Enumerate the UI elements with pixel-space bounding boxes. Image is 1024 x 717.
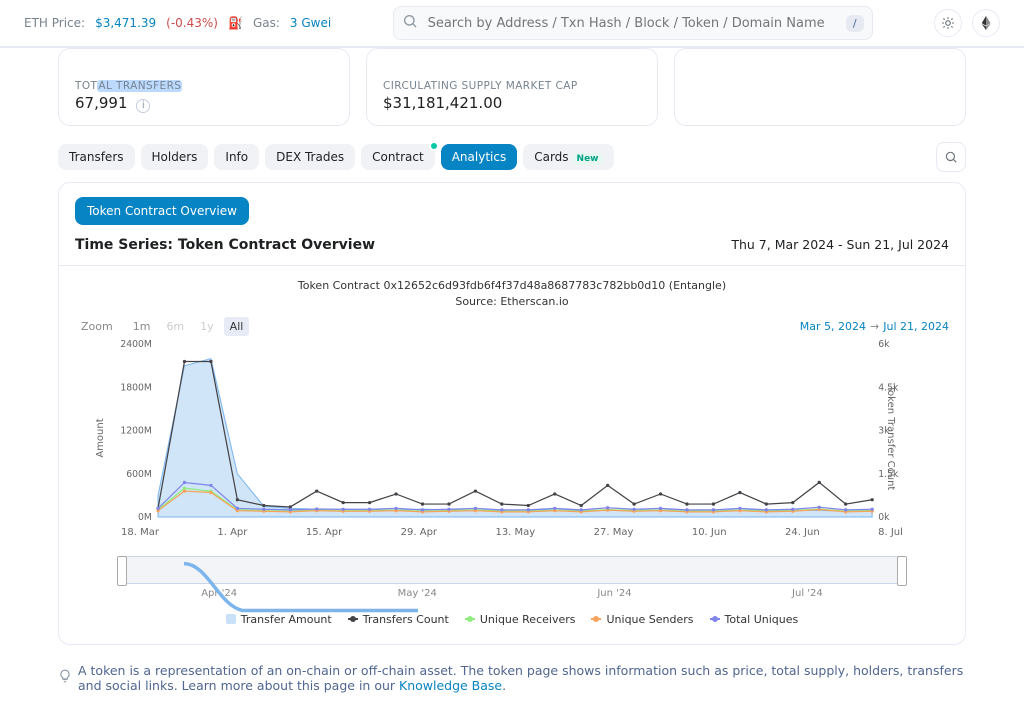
eth-price-label: ETH Price: <box>24 16 85 30</box>
marketcap-value: $31,181,421.00 <box>383 94 641 112</box>
navigator-handle-right[interactable] <box>897 556 907 586</box>
y-axis-left-label: Amount <box>95 418 106 457</box>
marketcap-label: CIRCULATING SUPPLY MARKET CAP <box>383 80 641 92</box>
tab-cards[interactable]: CardsNew <box>523 144 613 170</box>
header-actions <box>934 9 1000 37</box>
theme-toggle-button[interactable] <box>934 9 962 37</box>
chart-date-range: Thu 7, Mar 2024 - Sun 21, Jul 2024 <box>731 237 949 252</box>
token-contract-overview-button[interactable]: Token Contract Overview <box>75 197 249 225</box>
time-navigator[interactable] <box>121 556 903 584</box>
tab-dex-trades[interactable]: DEX Trades <box>265 144 355 170</box>
legend-unique-receivers[interactable]: Unique Receivers <box>465 613 576 626</box>
zoom-1y[interactable]: 1y <box>194 317 220 336</box>
chart-subtitle-2: Source: Etherscan.io <box>75 294 949 311</box>
svg-text:600M: 600M <box>126 468 152 479</box>
page-footer-note: A token is a representation of an on-cha… <box>58 663 966 693</box>
verified-dot-icon <box>429 141 439 151</box>
zoom-1m[interactable]: 1m <box>127 317 157 336</box>
transfers-card: TOTAL TRANSFERS 67,991 i <box>58 48 350 126</box>
empty-card <box>674 48 966 126</box>
chart-subtitle-1: Token Contract 0x12652c6d93fdb6f4f37d48a… <box>75 278 949 295</box>
svg-text:1800M: 1800M <box>121 382 152 393</box>
analytics-panel: Token Contract Overview Time Series: Tok… <box>58 182 966 645</box>
navigator-handle-left[interactable] <box>117 556 127 586</box>
top-bar: ETH Price: $3,471.39 (-0.43%) ⛽ Gas: 3 G… <box>0 0 1024 47</box>
filter-search-button[interactable] <box>936 142 966 172</box>
svg-text:2400M: 2400M <box>121 339 152 350</box>
search-icon <box>402 13 418 33</box>
search-input[interactable] <box>426 15 838 32</box>
y-axis-right-label: Token Transfer Count <box>885 385 896 490</box>
tab-info[interactable]: Info <box>214 144 259 170</box>
marketcap-card: CIRCULATING SUPPLY MARKET CAP $31,181,42… <box>366 48 658 126</box>
token-tabs: Transfers Holders Info DEX Trades Contra… <box>58 144 614 170</box>
gas-label: Gas: <box>253 16 280 30</box>
zoom-6m[interactable]: 6m <box>160 317 190 336</box>
tab-analytics[interactable]: Analytics <box>441 144 518 170</box>
chart: Token Contract 0x12652c6d93fdb6f4f37d48a… <box>75 278 949 626</box>
eth-price-link[interactable]: $3,471.39 <box>95 16 156 30</box>
transfers-value: 67,991 i <box>75 94 333 113</box>
new-badge: New <box>573 153 603 165</box>
chart-plot-area[interactable]: 0M600M1200M1800M2400M0k1.5k3k4.5k6k <box>121 338 903 523</box>
range-picker[interactable]: Mar 5, 2024→Jul 21, 2024 <box>800 320 949 333</box>
zoom-controls: Zoom 1m 6m 1y All <box>75 317 249 336</box>
eth-price-delta: (-0.43%) <box>166 16 218 30</box>
lightbulb-icon <box>58 669 72 686</box>
zoom-all[interactable]: All <box>224 317 250 336</box>
chart-title: Time Series: Token Contract Overview <box>75 237 375 253</box>
x-axis-ticks: 18. Mar1. Apr15. Apr29. Apr13. May27. Ma… <box>121 527 903 538</box>
zoom-label: Zoom <box>75 317 119 336</box>
svg-text:0M: 0M <box>138 512 152 523</box>
knowledge-base-link[interactable]: Knowledge Base <box>399 678 502 693</box>
legend-total-uniques[interactable]: Total Uniques <box>710 613 799 626</box>
ethereum-icon[interactable] <box>972 9 1000 37</box>
search-bar[interactable]: / <box>393 6 873 40</box>
legend-unique-senders[interactable]: Unique Senders <box>591 613 693 626</box>
tab-contract[interactable]: Contract <box>361 144 435 170</box>
transfers-label: TOTAL TRANSFERS <box>75 80 333 92</box>
navigator-sparkline <box>184 559 418 615</box>
svg-text:6k: 6k <box>878 339 890 350</box>
info-icon[interactable]: i <box>136 99 150 113</box>
tab-transfers[interactable]: Transfers <box>58 144 135 170</box>
market-stats: ETH Price: $3,471.39 (-0.43%) ⛽ Gas: 3 G… <box>24 16 331 30</box>
gas-value-link[interactable]: 3 Gwei <box>290 16 331 30</box>
tab-holders[interactable]: Holders <box>141 144 209 170</box>
slash-hotkey: / <box>846 15 864 32</box>
svg-text:0k: 0k <box>878 512 890 523</box>
svg-text:1200M: 1200M <box>121 425 152 436</box>
